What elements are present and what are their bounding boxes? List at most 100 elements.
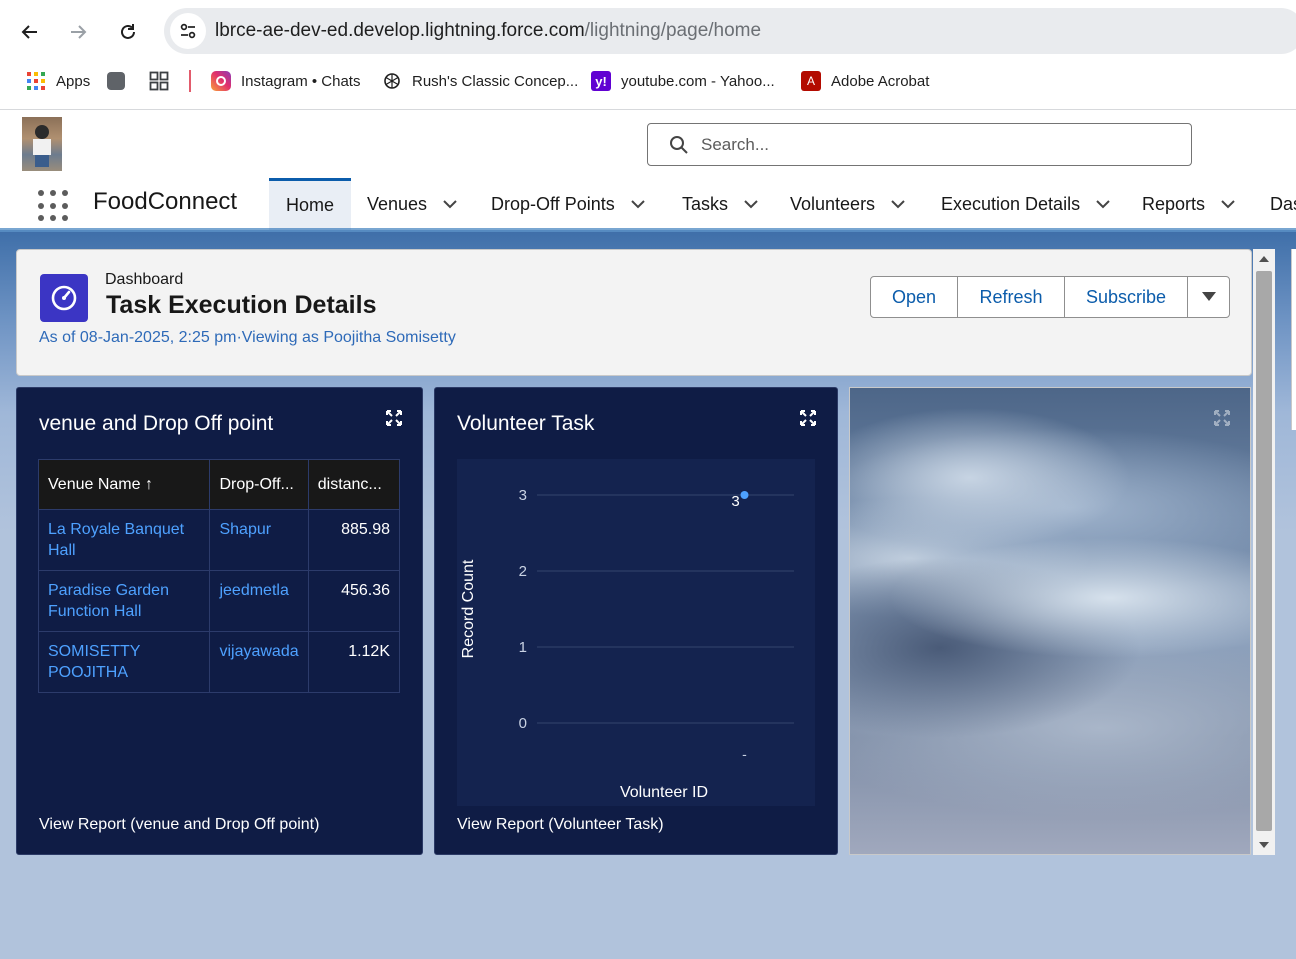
dropoff-link[interactable]: vijayawada [209,631,309,693]
tab-tasks[interactable]: Tasks [682,178,760,230]
distance-value: 456.36 [307,570,401,632]
chevron-down-icon[interactable] [889,195,907,213]
chevron-down-icon[interactable] [742,195,760,213]
url-path: /lightning/page/home [584,20,762,41]
expand-icon[interactable] [1212,408,1232,428]
search-input[interactable] [701,134,1181,155]
bookmark-label: Instagram • Chats [241,72,361,90]
distance-value: 885.98 [307,509,401,571]
data-label: 3 [731,493,739,510]
gray-square-icon [106,71,126,91]
scroll-down-arrow[interactable] [1253,835,1275,855]
acrobat-icon: A [801,71,821,91]
dashboard-icon [40,274,88,322]
site-settings-button[interactable] [170,13,206,49]
table-row: Paradise Garden Function Hall jeedmetla … [37,570,401,632]
refresh-button[interactable]: Refresh [958,277,1065,317]
vertical-scrollbar[interactable] [1253,249,1275,855]
y-tick-label: 0 [519,715,527,732]
instagram-icon [211,71,231,91]
url-text[interactable]: lbrce-ae-dev-ed.develop.lightning.force.… [215,20,761,42]
chevron-down-icon[interactable] [441,195,459,213]
image-component [849,387,1251,855]
bookmark-square[interactable] [106,68,136,94]
component-title: venue and Drop Off point [39,412,274,435]
tune-icon [180,23,196,39]
scroll-thumb[interactable] [1256,271,1272,831]
dashboard-label: Dashboard [105,271,184,288]
expand-icon[interactable] [798,408,818,428]
y-tick-label: 2 [519,563,527,580]
dropoff-link[interactable]: jeedmetla [209,570,309,632]
bookmark-instagram[interactable]: Instagram • Chats [211,68,360,94]
org-logo[interactable] [22,117,62,171]
table-row: La Royale Banquet Hall Shapur 885.98 [37,509,401,571]
bookmarks-bar: Apps Instagram • Chats Rush's Classic Co… [0,62,1296,100]
bookmark-acrobat[interactable]: A Adobe Acrobat [801,68,929,94]
dashboard-title: Task Execution Details [106,291,377,319]
bookmark-label: Apps [56,72,91,90]
more-actions-button[interactable] [1188,277,1229,317]
tab-volunteers[interactable]: Volunteers [790,178,907,230]
chevron-down-icon[interactable] [629,195,647,213]
chevron-down-icon[interactable] [1219,195,1237,213]
column-header-distance[interactable]: distanc... [307,459,401,510]
x-axis-label: Volunteer ID [620,784,708,801]
expand-icon[interactable] [384,408,404,428]
venue-link[interactable]: SOMISETTY POOJITHA [37,631,211,693]
bookmark-label: Rush's Classic Concep... [412,72,579,90]
caret-down-icon [1201,292,1216,301]
apps-grid-icon [26,71,46,91]
nav-tabs: Home Venues Drop-Off Points Tasks Volunt… [0,178,1296,230]
forward-button[interactable] [60,14,96,50]
scroll-up-arrow[interactable] [1253,249,1275,269]
tab-reports[interactable]: Reports [1142,178,1237,230]
tab-venues[interactable]: Venues [367,178,459,230]
back-button[interactable] [12,14,48,50]
open-button[interactable]: Open [871,277,958,317]
bookmark-yahoo[interactable]: y! youtube.com - Yahoo... [591,68,775,94]
x-tick-label: - [742,746,747,762]
global-header: FoodConnect Home Venues Drop-Off Points … [0,110,1296,230]
chart-area: 0 1 2 3 - 3 Volunteer ID Record Count [457,459,815,806]
y-tick-label: 3 [519,487,527,504]
venue-link[interactable]: Paradise Garden Function Hall [37,570,211,632]
chatgpt-icon [382,71,402,91]
forward-arrow-icon [71,25,87,39]
bookmark-rush[interactable]: Rush's Classic Concep... [382,68,578,94]
yahoo-icon: y! [591,71,611,91]
tab-label: Das [1270,193,1296,214]
column-header-venue[interactable]: Venue Name ↑ [37,459,211,510]
reload-button[interactable] [110,14,146,50]
global-search[interactable] [647,123,1192,166]
bookmark-apps[interactable]: Apps [26,68,90,94]
view-report-link[interactable]: View Report (Volunteer Task) [457,816,664,834]
tab-label: Home [286,195,335,215]
table-row: SOMISETTY POOJITHA vijayawada 1.12K [37,631,401,693]
tab-groups-icon [149,71,169,91]
side-panel-edge [1291,249,1296,430]
reload-icon [121,24,135,39]
dropoff-link[interactable]: Shapur [209,509,309,571]
bookmark-label: Adobe Acrobat [831,72,930,90]
dashboard-header: Dashboard Task Execution Details As of 0… [16,249,1252,376]
venue-dropoff-component: venue and Drop Off point Venue Name ↑ Dr… [16,387,423,855]
venue-link[interactable]: La Royale Banquet Hall [37,509,211,571]
tab-dashboards[interactable]: Das [1270,178,1296,230]
view-report-link[interactable]: View Report (venue and Drop Off point) [39,816,319,834]
dashboard-subtitle: As of 08-Jan-2025, 2:25 pm·Viewing as Po… [39,329,456,346]
subscribe-button[interactable]: Subscribe [1065,277,1188,317]
tab-label: Volunteers [790,193,876,214]
y-axis-label: Record Count [460,559,477,658]
bookmark-tab-groups[interactable] [149,68,179,94]
component-title: Volunteer Task [457,412,595,435]
browser-toolbar: lbrce-ae-dev-ed.develop.lightning.force.… [0,0,1296,110]
tab-home[interactable]: Home [269,178,352,230]
chevron-down-icon[interactable] [1094,195,1112,213]
tab-label: Tasks [682,193,729,214]
tab-execution-details[interactable]: Execution Details [941,178,1112,230]
address-bar[interactable]: lbrce-ae-dev-ed.develop.lightning.force.… [164,8,1296,54]
bookmark-separator [189,70,191,92]
column-header-dropoff[interactable]: Drop-Off... [209,459,309,510]
tab-drop-off-points[interactable]: Drop-Off Points [491,178,647,230]
